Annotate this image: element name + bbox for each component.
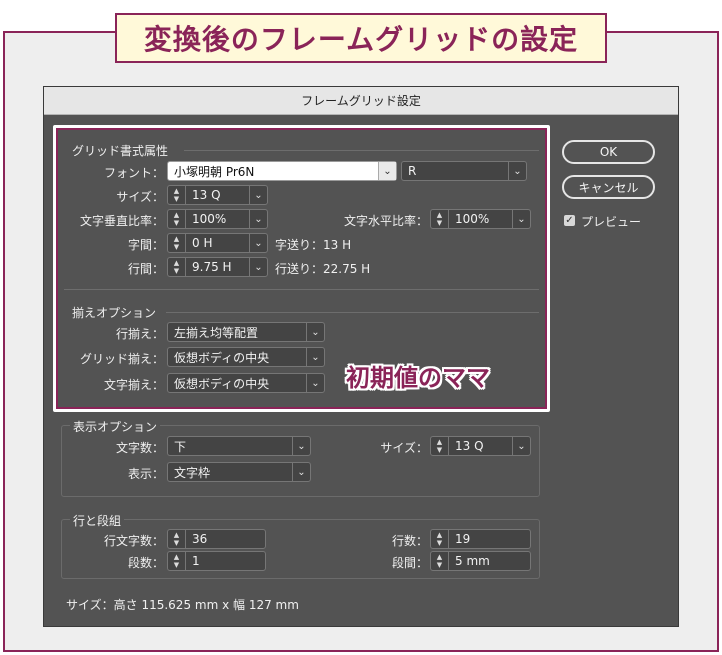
checkmark-icon: ✓: [565, 215, 574, 226]
banner: 変換後のフレームグリッドの設定: [115, 13, 607, 63]
display-select[interactable]: 文字枠 ⌄: [167, 462, 311, 482]
gutter-value: 5 mm: [455, 554, 490, 568]
annotation-label: 初期値のママ: [346, 364, 490, 392]
preview-label: プレビュー: [581, 215, 642, 229]
gutter-label: 段間：: [391, 556, 428, 570]
dialog-titlebar: フレームグリッド設定: [44, 87, 678, 115]
chevron-down-icon[interactable]: ⌄: [292, 463, 310, 481]
columns-stepper[interactable]: ▲ ▼ 1: [167, 551, 266, 571]
stepper-arrows-icon[interactable]: ▲ ▼: [431, 437, 449, 455]
view-group-label: 表示オプション: [70, 418, 161, 435]
stepper-arrows-icon[interactable]: ▲ ▼: [168, 530, 186, 548]
display-label: 表示：: [127, 467, 164, 481]
lines-stepper[interactable]: ▲ ▼ 19: [430, 529, 531, 549]
size-summary: サイズ：高さ 115.625 mm x 幅 127 mm: [66, 598, 299, 612]
stepper-arrows-icon[interactable]: ▲ ▼: [431, 530, 449, 548]
chars-per-line-stepper[interactable]: ▲ ▼ 36: [167, 529, 266, 549]
lines-label: 行数：: [391, 534, 428, 548]
chars-per-line-label: 行文字数：: [103, 534, 164, 548]
view-size-value: 13 Q: [455, 439, 484, 453]
char-count-value: 下: [174, 439, 187, 454]
display-value: 文字枠: [174, 465, 211, 480]
preview-checkbox[interactable]: ✓: [564, 215, 575, 226]
banner-title: 変換後のフレームグリッドの設定: [143, 23, 579, 56]
stepper-arrows-icon[interactable]: ▲ ▼: [168, 552, 186, 570]
lines-value: 19: [455, 532, 471, 546]
columns-value: 1: [192, 554, 200, 568]
stepper-arrows-icon[interactable]: ▲ ▼: [431, 552, 449, 570]
char-count-select[interactable]: 下 ⌄: [167, 436, 311, 456]
ok-button[interactable]: OK: [562, 140, 655, 164]
view-size-label: サイズ：: [380, 441, 428, 455]
rows-columns-group-label: 行と段組: [70, 512, 125, 529]
char-count-label: 文字数：: [115, 441, 164, 455]
dialog-title: フレームグリッド設定: [301, 94, 421, 108]
columns-label: 段数：: [127, 556, 164, 570]
chevron-down-icon[interactable]: ⌄: [292, 437, 310, 455]
chevron-down-icon[interactable]: ⌄: [512, 437, 530, 455]
chars-per-line-value: 36: [192, 532, 208, 546]
view-size-stepper[interactable]: ▲ ▼ 13 Q ⌄: [430, 436, 531, 456]
cancel-button[interactable]: キャンセル: [562, 175, 655, 199]
gutter-stepper[interactable]: ▲ ▼ 5 mm: [430, 551, 531, 571]
